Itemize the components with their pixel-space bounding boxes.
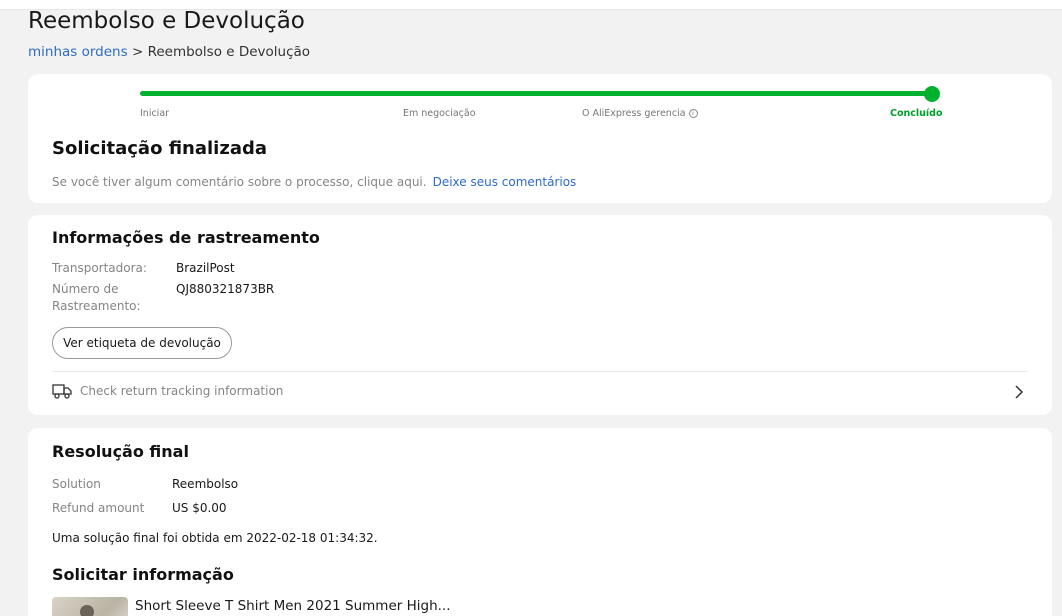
progress-bar (140, 91, 932, 96)
carrier-value: BrazilPost (176, 261, 235, 275)
info-icon[interactable]: i (688, 109, 698, 118)
final-note: Uma solução final foi obtida em 2022-02-… (52, 531, 378, 545)
step-negotiation: Em negociação (403, 108, 476, 119)
breadcrumb-separator: > (131, 44, 144, 60)
resolution-card: Resolução final Solution Reembolso Refun… (28, 428, 1052, 616)
truck-icon (52, 384, 72, 399)
tracking-title: Informações de rastreamento (52, 228, 320, 247)
product-name-link[interactable]: Short Sleeve T Shirt Men 2021 Summer Hig… (135, 598, 451, 614)
divider (52, 371, 1028, 372)
solution-value: Reembolso (172, 477, 239, 491)
request-info-title: Solicitar informação (52, 565, 234, 584)
breadcrumb-link-orders[interactable]: minhas ordens (28, 44, 128, 60)
refund-label: Refund amount (52, 501, 145, 515)
feedback-line: Se você tiver algum comentário sobre o p… (52, 175, 576, 189)
breadcrumb-current: Reembolso e Devolução (147, 44, 311, 60)
refund-value: US $0.00 (172, 501, 227, 515)
check-tracking-text: Check return tracking information (80, 384, 284, 398)
breadcrumb: minhas ordens > Reembolso e Devolução (28, 44, 310, 60)
tracking-card: Informações de rastreamento Transportado… (28, 215, 1052, 415)
step-aliexpress: O AliExpress gerencia i (582, 108, 698, 119)
chevron-right-icon (1015, 385, 1024, 399)
tracking-number-value: QJ880321873BR (176, 282, 275, 296)
resolution-title: Resolução final (52, 442, 189, 461)
status-title: Solicitação finalizada (52, 138, 268, 159)
check-tracking-row[interactable]: Check return tracking information (52, 381, 1028, 405)
tracking-number-label-1: Número de (52, 282, 119, 296)
page-title: Reembolso e Devolução (28, 8, 305, 34)
solution-label: Solution (52, 477, 101, 491)
step-start: Iniciar (140, 108, 170, 119)
product-thumbnail[interactable] (52, 597, 128, 616)
feedback-link[interactable]: Deixe seus comentários (433, 175, 577, 189)
tracking-number-label-2: Rastreamento: (52, 299, 141, 313)
progress-end-dot (924, 86, 940, 102)
step-aliexpress-label: O AliExpress gerencia (582, 108, 686, 119)
view-return-label-button[interactable]: Ver etiqueta de devolução (52, 327, 232, 359)
status-card: Iniciar Em negociação O AliExpress geren… (28, 74, 1052, 203)
feedback-text: Se você tiver algum comentário sobre o p… (52, 175, 427, 189)
step-done: Concluído (890, 108, 943, 119)
carrier-label: Transportadora: (52, 261, 147, 275)
